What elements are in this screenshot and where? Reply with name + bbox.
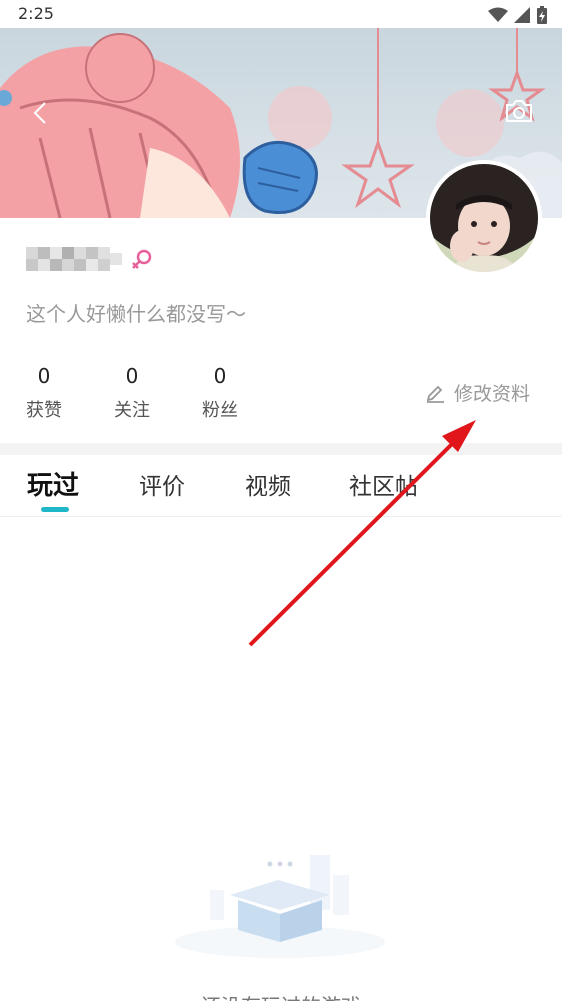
user-bio: 这个人好懒什么都没写～ <box>26 302 246 326</box>
stat-likes-label: 获赞 <box>26 400 62 421</box>
empty-box-illustration <box>170 850 390 960</box>
empty-state-message: 还没有玩过的游戏 <box>0 990 562 1001</box>
tab-reviews[interactable]: 评价 <box>139 467 185 501</box>
edit-profile-button[interactable]: 修改资料 <box>424 378 530 406</box>
female-gender-icon <box>130 248 154 272</box>
status-bar: 2:25 <box>0 0 562 28</box>
avatar[interactable] <box>426 160 542 276</box>
camera-icon <box>506 100 532 122</box>
signal-icon <box>514 7 530 23</box>
active-tab-indicator <box>41 507 69 512</box>
pencil-icon <box>426 385 444 403</box>
avatar-photo <box>430 164 538 272</box>
wifi-icon <box>488 7 508 22</box>
stat-following-label: 关注 <box>114 400 150 421</box>
username <box>26 245 122 275</box>
section-divider <box>0 443 562 455</box>
chevron-left-icon <box>33 102 46 124</box>
stat-likes[interactable]: 0 获赞 <box>14 364 74 422</box>
status-icons <box>488 6 548 24</box>
tab-played[interactable]: 玩过 <box>27 465 79 502</box>
stat-fans[interactable]: 0 粉丝 <box>190 364 250 422</box>
stat-likes-value: 0 <box>37 364 51 388</box>
stat-following[interactable]: 0 关注 <box>102 364 162 422</box>
status-time: 2:25 <box>18 4 54 23</box>
stat-fans-label: 粉丝 <box>202 400 238 421</box>
change-cover-button[interactable] <box>504 98 534 124</box>
stat-following-value: 0 <box>125 364 139 388</box>
back-button[interactable] <box>28 98 52 128</box>
tab-videos[interactable]: 视频 <box>245 467 291 501</box>
tab-community-posts[interactable]: 社区帖 <box>349 467 418 501</box>
stat-fans-value: 0 <box>213 364 227 388</box>
battery-icon <box>537 6 547 24</box>
edit-profile-label: 修改资料 <box>454 382 531 405</box>
username-redacted <box>26 247 122 271</box>
profile-tabs: 玩过 评价 视频 社区帖 <box>0 455 562 517</box>
